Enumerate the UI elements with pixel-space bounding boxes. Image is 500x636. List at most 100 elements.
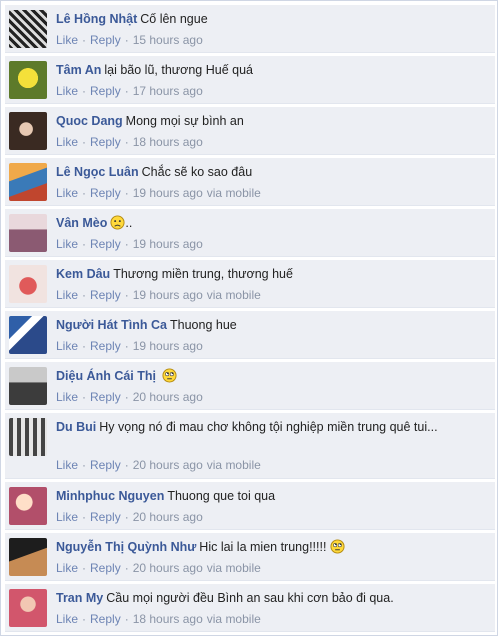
separator-dot: · <box>82 561 87 575</box>
commenter-name-link[interactable]: Vân Mèo <box>56 216 107 230</box>
like-link[interactable]: Like <box>56 237 78 251</box>
comment-timestamp[interactable]: 18 hours ago <box>133 612 203 626</box>
avatar[interactable] <box>9 265 47 303</box>
via-mobile-label: via mobile <box>206 186 261 200</box>
separator-dot: · <box>82 390 87 404</box>
comment-meta: Like · Reply · 18 hours ago <box>56 135 203 149</box>
comment-body: Diệu Ánh Cái Thị <box>56 368 487 385</box>
comment-timestamp[interactable]: 19 hours ago <box>133 339 203 353</box>
comment-timestamp[interactable]: 20 hours ago <box>133 510 203 524</box>
like-link[interactable]: Like <box>56 84 78 98</box>
comment-timestamp[interactable]: 20 hours ago <box>133 390 203 404</box>
comment-item: Minhphuc Nguyen Thuong que toi qua Like · Re… <box>5 482 495 530</box>
avatar[interactable] <box>9 538 47 576</box>
avatar[interactable] <box>9 487 47 525</box>
comment-timestamp[interactable]: 18 hours ago <box>133 135 203 149</box>
separator-dot: · <box>82 458 87 472</box>
reply-link[interactable]: Reply <box>90 288 121 302</box>
commenter-name-link[interactable]: Du Bui <box>56 420 96 434</box>
like-link[interactable]: Like <box>56 561 78 575</box>
comment-timestamp[interactable]: 20 hours ago <box>133 458 203 472</box>
like-link[interactable]: Like <box>56 288 78 302</box>
commenter-name-link[interactable]: Lê Ngọc Luân <box>56 165 139 179</box>
comment-item: Tran My Cầu mọi người đều Bình an sau khi… <box>5 584 495 632</box>
commenter-name-link[interactable]: Minhphuc Nguyen <box>56 489 164 503</box>
reply-link[interactable]: Reply <box>90 237 121 251</box>
commenter-name-link[interactable]: Tâm An <box>56 63 101 77</box>
separator-dot: · <box>124 288 129 302</box>
reply-link[interactable]: Reply <box>90 612 121 626</box>
comment-text: Hy vọng nó đi mau chơ không tội nghiệp m… <box>99 420 438 434</box>
reply-link[interactable]: Reply <box>90 186 121 200</box>
avatar[interactable] <box>9 316 47 354</box>
commenter-name-link[interactable]: Kem Dâu <box>56 267 110 281</box>
avatar[interactable] <box>9 112 47 150</box>
like-link[interactable]: Like <box>56 612 78 626</box>
comment-body: Lê Ngọc Luân Chắc sẽ ko sao đâu <box>56 164 487 181</box>
comment-timestamp[interactable]: 19 hours ago <box>133 237 203 251</box>
comment-body: Lê Hồng Nhật Cố lên ngue <box>56 11 487 28</box>
comment-text: Hic lai la mien trung!!!!! <box>199 540 327 554</box>
like-link[interactable]: Like <box>56 510 78 524</box>
like-link[interactable]: Like <box>56 339 78 353</box>
avatar[interactable] <box>9 214 47 252</box>
avatar[interactable] <box>9 418 47 456</box>
comment-item: Kem Dâu Thương miền trung, thương huế Like… <box>5 260 495 308</box>
separator-dot: · <box>82 237 87 251</box>
comment-body: Du Bui Hy vọng nó đi mau chơ không tội ng… <box>56 419 487 436</box>
comment-timestamp[interactable]: 19 hours ago <box>133 288 203 302</box>
avatar[interactable] <box>9 589 47 627</box>
via-mobile-label: via mobile <box>206 458 261 472</box>
like-link[interactable]: Like <box>56 186 78 200</box>
reply-link[interactable]: Reply <box>90 458 121 472</box>
avatar[interactable] <box>9 61 47 99</box>
reply-link[interactable]: Reply <box>90 390 121 404</box>
like-link[interactable]: Like <box>56 458 78 472</box>
separator-dot: · <box>124 237 129 251</box>
like-link[interactable]: Like <box>56 135 78 149</box>
separator-dot: · <box>124 33 129 47</box>
separator-dot: · <box>124 612 129 626</box>
separator-dot: · <box>124 339 129 353</box>
separator-dot: · <box>82 33 87 47</box>
comment-meta: Like · Reply · 19 hours ago via mobile <box>56 288 261 302</box>
like-link[interactable]: Like <box>56 390 78 404</box>
reply-link[interactable]: Reply <box>90 33 121 47</box>
commenter-name-link[interactable]: Nguyễn Thị Quỳnh Như <box>56 540 196 554</box>
comment-timestamp[interactable]: 19 hours ago <box>133 186 203 200</box>
reply-link[interactable]: Reply <box>90 135 121 149</box>
commenter-name-link[interactable]: Diệu Ánh Cái Thị <box>56 369 156 383</box>
comment-meta: Like · Reply · 20 hours ago <box>56 390 203 404</box>
avatar[interactable] <box>9 10 47 48</box>
commenter-name-link[interactable]: Người Hát Tình Ca <box>56 318 167 332</box>
comment-timestamp[interactable]: 17 hours ago <box>133 84 203 98</box>
avatar[interactable] <box>9 163 47 201</box>
comment-body: Vân Mèo.. <box>56 215 487 232</box>
separator-dot: · <box>82 186 87 200</box>
eye-roll-emoji-icon <box>330 539 345 554</box>
reply-link[interactable]: Reply <box>90 84 121 98</box>
commenter-name-link[interactable]: Tran My <box>56 591 103 605</box>
comment-item: Diệu Ánh Cái Thị Like · Reply · 20 hours ago <box>5 362 495 410</box>
comment-text: Chắc sẽ ko sao đâu <box>141 165 253 179</box>
comment-body: Quoc Dang Mong mọi sự bình an <box>56 113 487 130</box>
avatar[interactable] <box>9 367 47 405</box>
comment-item: Tâm An lại bão lũ, thương Huế quá Like · Rep… <box>5 56 495 104</box>
comment-body: Kem Dâu Thương miền trung, thương huế <box>56 266 487 283</box>
like-link[interactable]: Like <box>56 33 78 47</box>
commenter-name-link[interactable]: Lê Hồng Nhật <box>56 12 137 26</box>
comment-text: .. <box>125 216 133 230</box>
comment-body: Người Hát Tình Ca Thuong hue <box>56 317 487 334</box>
comment-meta: Like · Reply · 17 hours ago <box>56 84 203 98</box>
commenter-name-link[interactable]: Quoc Dang <box>56 114 123 128</box>
reply-link[interactable]: Reply <box>90 561 121 575</box>
comment-text: Thương miền trung, thương huế <box>113 267 293 281</box>
comment-timestamp[interactable]: 15 hours ago <box>133 33 203 47</box>
reply-link[interactable]: Reply <box>90 339 121 353</box>
comment-item: Du Bui Hy vọng nó đi mau chơ không tội ng… <box>5 413 495 479</box>
reply-link[interactable]: Reply <box>90 510 121 524</box>
comment-timestamp[interactable]: 20 hours ago <box>133 561 203 575</box>
comment-text: Mong mọi sự bình an <box>125 114 244 128</box>
via-mobile-label: via mobile <box>206 288 261 302</box>
separator-dot: · <box>124 84 129 98</box>
